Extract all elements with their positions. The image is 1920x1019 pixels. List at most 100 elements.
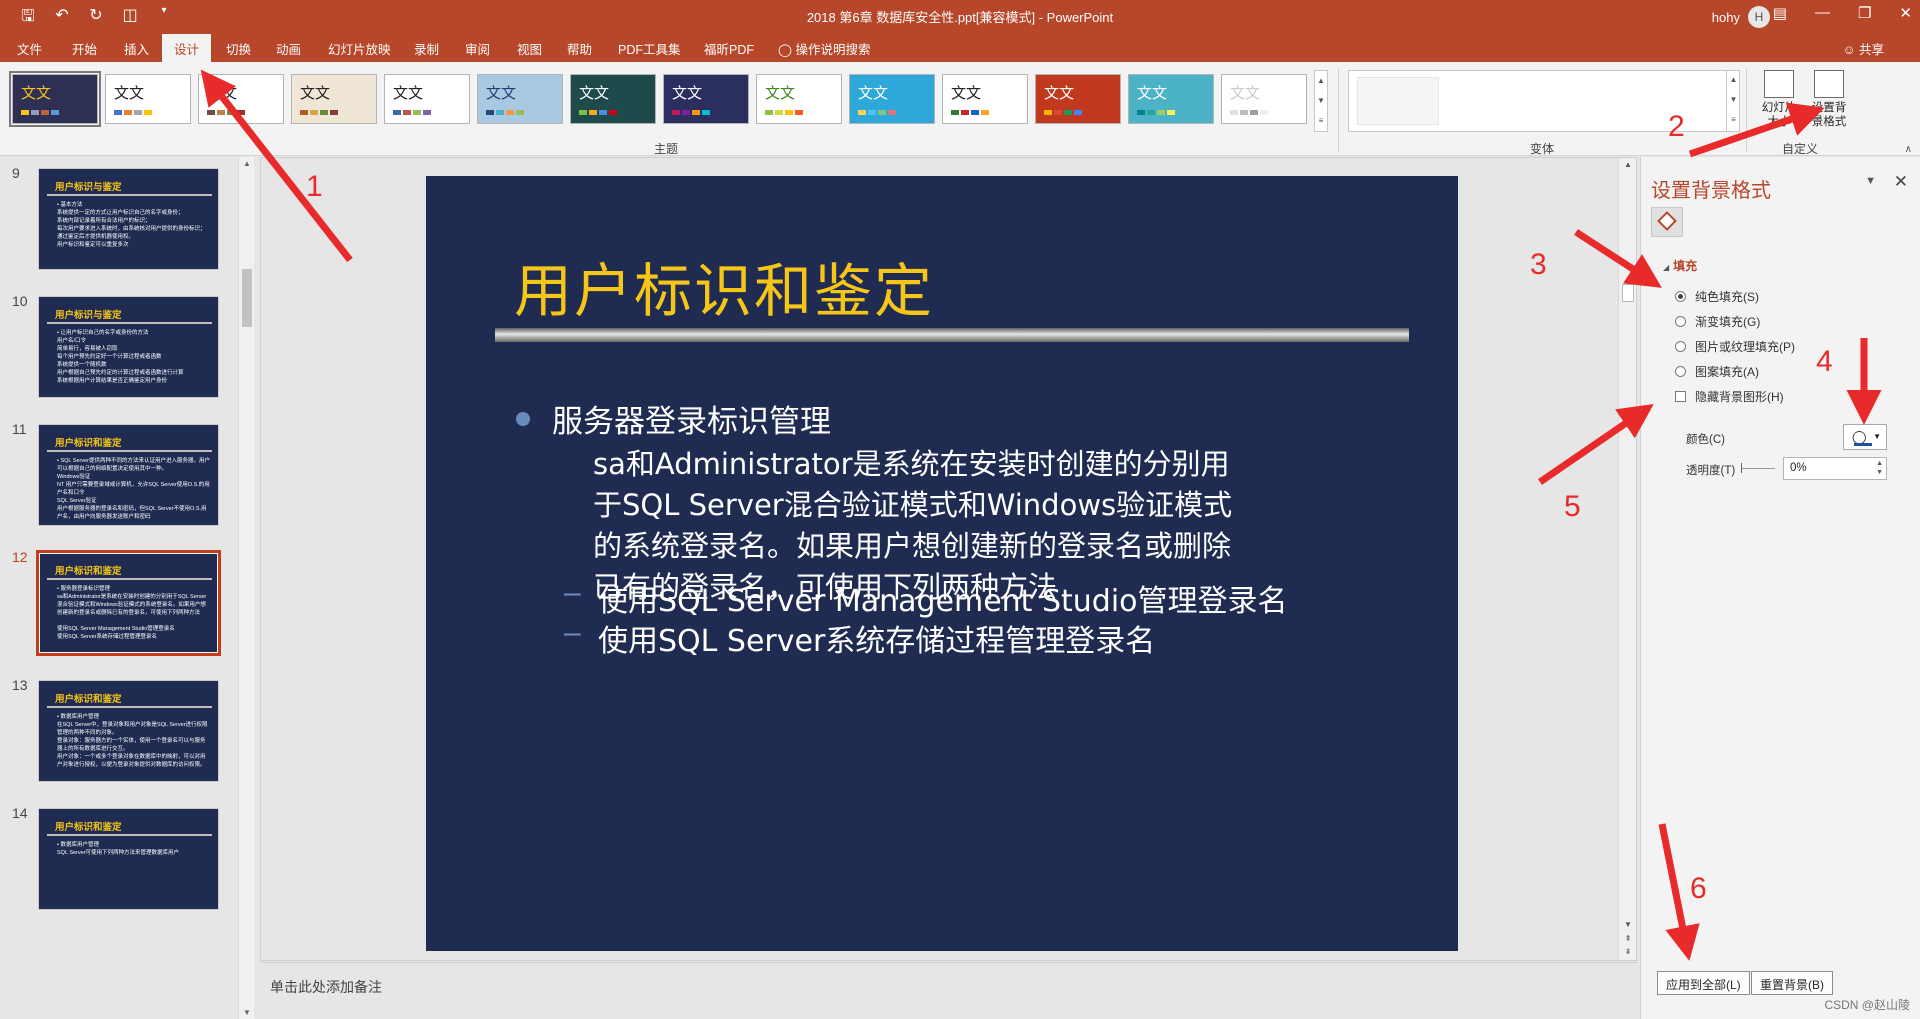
close-icon[interactable]: ✕ <box>1899 4 1912 22</box>
color-picker-button[interactable]: ◯ ▼ <box>1843 424 1887 450</box>
scroll-up-icon[interactable]: ▲ <box>239 159 255 168</box>
previous-slide-icon[interactable]: ⇞ <box>1619 934 1637 943</box>
theme-label: 文文 <box>21 84 52 102</box>
watermark: CSDN @赵山陵 <box>1824 998 1910 1012</box>
scroll-thumb[interactable] <box>242 269 252 327</box>
collapse-ribbon-icon[interactable]: ∧ <box>1905 144 1912 155</box>
theme-thumbnail[interactable]: 文文 <box>198 74 284 124</box>
tab-home[interactable]: 开始 <box>72 39 97 58</box>
theme-thumbnail[interactable]: 文文 <box>477 74 563 124</box>
tab-view[interactable]: 视图 <box>517 39 542 58</box>
scroll-down-icon[interactable]: ▼ <box>239 1008 255 1017</box>
slide-thumbnail[interactable]: 用户标识与鉴定 • 基本方法 系统提供一定的方式让用户标识自己的名字或身份； 系统… <box>38 168 219 270</box>
slide-thumbnail[interactable]: 用户标识和鉴定 • 数据库用户管理 SQL Server可使用下列两种方法来管理数… <box>38 808 219 910</box>
theme-thumbnail[interactable]: 文文 <box>384 74 470 124</box>
theme-thumbnail[interactable]: 文文 <box>663 74 749 124</box>
theme-thumbnail[interactable]: 文文 <box>291 74 377 124</box>
current-slide[interactable]: 用户标识和鉴定 服务器登录标识管理 sa和Administrator是系统在安装… <box>426 176 1458 951</box>
solid-fill-option[interactable]: 纯色填充(S) <box>1675 288 1759 305</box>
tab-file[interactable]: 文件 <box>17 39 42 58</box>
ribbon-display-icon[interactable]: ▤ <box>1773 4 1787 22</box>
theme-thumbnail[interactable]: 文文 <box>1128 74 1214 124</box>
reset-background-button[interactable]: 重置背景(B) <box>1751 971 1833 995</box>
sub-bullet-1[interactable]: 使用SQL Server Management Studio管理登录名 <box>598 576 1288 620</box>
restore-icon[interactable]: ❐ <box>1858 4 1871 22</box>
scroll-down-icon[interactable]: ▼ <box>1619 920 1637 929</box>
scroll-up-icon[interactable]: ▲ <box>1619 160 1637 169</box>
account-area[interactable]: hohy H <box>1712 6 1770 28</box>
theme-thumbnail[interactable]: 文文 <box>1035 74 1121 124</box>
next-slide-icon[interactable]: ⇟ <box>1619 947 1637 956</box>
theme-label: 文文 <box>672 84 703 102</box>
scroll-thumb[interactable] <box>1622 284 1634 302</box>
radio-button[interactable] <box>1675 366 1686 377</box>
format-background-icon <box>1814 70 1844 98</box>
slide-thumbnail[interactable]: 用户标识和鉴定 • SQL Server提供两种不同的方法来认证用户进入服务器，用… <box>38 424 219 526</box>
title-divider-line <box>495 328 1409 342</box>
color-swatch <box>1854 443 1872 446</box>
pattern-fill-option[interactable]: 图案填充(A) <box>1675 363 1759 380</box>
lightbulb-icon: ◯ <box>778 43 792 57</box>
variant-thumbnail[interactable] <box>1357 77 1439 125</box>
fill-section-header[interactable]: ◢ 填充 <box>1663 257 1697 274</box>
hide-background-option[interactable]: 隐藏背景图形(H) <box>1675 388 1784 405</box>
slide-thumbnail[interactable]: 用户标识与鉴定 • 让用户标识自己的名字或身份的方法 用户名/口令 简单易行，容易… <box>38 296 219 398</box>
tab-transitions[interactable]: 切换 <box>226 39 251 58</box>
tab-design[interactable]: 设计 <box>162 34 212 65</box>
theme-thumbnail[interactable]: 文文 <box>9 71 101 127</box>
bullet-level1[interactable]: 服务器登录标识管理 <box>552 396 831 441</box>
thumbnail-scrollbar[interactable]: ▲ ▼ <box>238 157 254 1019</box>
share-button[interactable]: ☺ 共享 <box>1843 39 1884 58</box>
paragraph-line: sa和Administrator是系统在安装时创建的分别用 <box>593 447 1230 481</box>
notes-pane[interactable]: 单击此处添加备注 <box>260 962 1637 1019</box>
theme-thumbnail[interactable]: 文文 <box>942 74 1028 124</box>
annotation-number: 5 <box>1564 490 1581 523</box>
tab-slideshow[interactable]: 幻灯片放映 <box>328 39 391 58</box>
tell-me-search[interactable]: ◯ 操作说明搜索 <box>778 39 871 58</box>
slide-scrollbar[interactable]: ▲ ▼ ⇞ ⇟ <box>1618 158 1636 960</box>
radio-button[interactable] <box>1675 291 1686 302</box>
fill-tab[interactable] <box>1651 207 1683 237</box>
themes-gallery-scroll[interactable]: ▲ ▼ ≡ <box>1314 70 1328 132</box>
transparency-slider[interactable] <box>1741 463 1775 473</box>
gradient-fill-option[interactable]: 渐变填充(G) <box>1675 313 1760 330</box>
theme-thumbnail[interactable]: 文文 <box>570 74 656 124</box>
apply-to-all-button[interactable]: 应用到全部(L) <box>1657 971 1750 995</box>
theme-thumbnail[interactable]: 文文 <box>756 74 842 124</box>
option-label: 图案填充(A) <box>1695 365 1759 379</box>
tab-insert[interactable]: 插入 <box>124 39 149 58</box>
spinner-icon[interactable]: ▲ ▼ <box>1876 459 1883 477</box>
format-background-label: 设置背 景格式 <box>1811 102 1847 128</box>
theme-thumbnail[interactable]: 文文 <box>849 74 935 124</box>
theme-color-bars <box>1230 110 1268 115</box>
tab-animations[interactable]: 动画 <box>276 39 301 58</box>
radio-button[interactable] <box>1675 341 1686 352</box>
pane-options-icon[interactable]: ▼ <box>1865 175 1876 187</box>
variants-gallery-scroll[interactable]: ▲ ▼ ≡ <box>1726 70 1740 132</box>
tab-record[interactable]: 录制 <box>414 39 439 58</box>
paint-bucket-icon: ◯ <box>1852 429 1867 444</box>
thumbnail-body: • 让用户标识自己的名字或身份的方法 用户名/口令 简单易行，容易被人窃取 每个… <box>57 330 184 384</box>
picture-fill-option[interactable]: 图片或纹理填充(P) <box>1675 338 1795 355</box>
theme-thumbnail[interactable]: 文文 <box>105 74 191 124</box>
color-label: 颜色(C) <box>1686 434 1725 446</box>
slide-size-button[interactable]: 幻灯片 大小 <box>1756 70 1802 129</box>
tab-pdf-tools[interactable]: PDF工具集 <box>618 39 681 58</box>
tab-review[interactable]: 审阅 <box>465 39 490 58</box>
slide-title[interactable]: 用户标识和鉴定 <box>514 244 934 328</box>
close-icon[interactable]: ✕ <box>1894 172 1908 192</box>
slide-thumbnail[interactable]: 用户标识和鉴定 • 数据库用户管理 在SQL Server中，登录对象和用户对象是… <box>38 680 219 782</box>
checkbox[interactable] <box>1675 391 1686 402</box>
tab-help[interactable]: 帮助 <box>567 39 592 58</box>
minimize-icon[interactable]: — <box>1815 4 1830 22</box>
theme-color-bars <box>300 110 338 115</box>
transparency-input[interactable]: 0% ▲ ▼ <box>1783 457 1887 480</box>
theme-thumbnail[interactable]: 文文 <box>1221 74 1307 124</box>
radio-button[interactable] <box>1675 316 1686 327</box>
paragraph-line: 于SQL Server混合验证模式和Windows验证模式 <box>593 488 1233 522</box>
tab-foxit-pdf[interactable]: 福昕PDF <box>704 39 754 58</box>
avatar[interactable]: H <box>1748 6 1770 28</box>
sub-bullet-2[interactable]: 使用SQL Server系统存储过程管理登录名 <box>598 616 1155 660</box>
format-background-button[interactable]: 设置背 景格式 <box>1806 70 1852 129</box>
slide-thumbnail[interactable]: 用户标识和鉴定 • 服务器登录标识管理 sa和Administrator是系统在安… <box>36 550 221 656</box>
